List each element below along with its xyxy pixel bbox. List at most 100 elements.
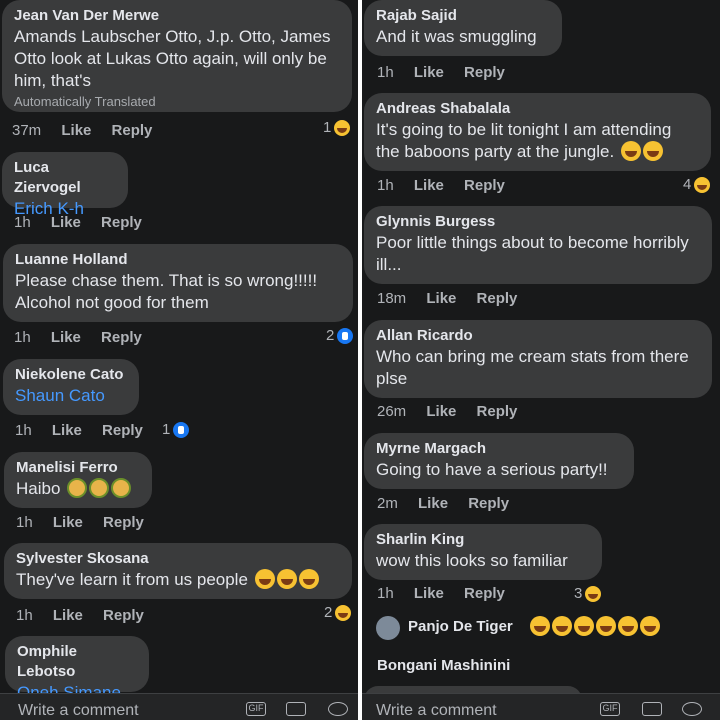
- reply-preview[interactable]: Panjo De Tiger: [376, 615, 716, 641]
- comment-bubble: Myrne Margach Going to have a serious pa…: [364, 433, 634, 489]
- comment-author[interactable]: Andreas Shabalala: [376, 99, 699, 119]
- comment-actions: 18m Like Reply: [377, 289, 533, 309]
- comment-time: 1h: [15, 422, 32, 439]
- comment-text: Who can bring me cream stats from there …: [376, 347, 689, 388]
- comment-author[interactable]: Bongani Mashinini: [377, 656, 510, 676]
- comment-time: 18m: [377, 290, 407, 307]
- comment-bubble: Sylvester Skosana They've learn it from …: [4, 543, 352, 599]
- comment-actions: 1h Like Reply: [377, 63, 521, 83]
- comment-text: Poor little things about to become horri…: [376, 233, 689, 274]
- reply-button[interactable]: Reply: [102, 422, 143, 439]
- like-button[interactable]: Like: [426, 403, 456, 420]
- avatar[interactable]: [376, 616, 400, 640]
- comment-author[interactable]: Sharlin King: [376, 530, 590, 550]
- reply-author[interactable]: Panjo De Tiger: [408, 617, 513, 637]
- person-icon: [89, 478, 110, 498]
- like-button[interactable]: Like: [414, 64, 444, 81]
- reply-button[interactable]: Reply: [101, 214, 142, 231]
- tears-of-joy-icon: [530, 616, 550, 636]
- sticker-icon[interactable]: [642, 702, 662, 716]
- translation-note[interactable]: Automatically Translated: [14, 94, 340, 110]
- laugh-icon: [334, 120, 351, 136]
- comment-bubble: Omphile Lebotso Oneh Simane: [5, 636, 149, 702]
- reply-button[interactable]: Reply: [103, 607, 144, 624]
- comment-author[interactable]: Myrne Margach: [376, 439, 622, 459]
- comment-text-line: Haibo: [16, 478, 140, 500]
- reply-button[interactable]: Reply: [103, 514, 144, 531]
- comment-bubble: Niekolene Cato Shaun Cato: [3, 359, 139, 415]
- comment-actions: 1h Like Reply: [16, 606, 160, 626]
- comment-time: 1h: [14, 329, 31, 346]
- like-icon: [173, 422, 190, 438]
- comment-actions: 1h Like Reply: [377, 584, 521, 604]
- tears-of-joy-icon: [596, 616, 616, 636]
- comment-author[interactable]: Jean Van Der Merwe: [14, 6, 340, 26]
- comment-author[interactable]: Glynnis Burgess: [376, 212, 700, 232]
- reply-button[interactable]: Reply: [464, 64, 505, 81]
- comment-author[interactable]: Luanne Holland: [15, 250, 341, 270]
- comment-time: 1h: [14, 214, 31, 231]
- comment-bubble: Glynnis Burgess Poor little things about…: [364, 206, 712, 284]
- reply-button[interactable]: Reply: [464, 585, 505, 602]
- like-button[interactable]: Like: [53, 607, 83, 624]
- reaction-count[interactable]: 4: [683, 176, 711, 194]
- comment-actions: 1h Like Reply: [16, 513, 160, 533]
- emoji-icon[interactable]: [328, 702, 348, 716]
- gif-icon[interactable]: GIF: [600, 702, 620, 716]
- comment-input[interactable]: Write a comment: [376, 702, 497, 720]
- right-comments-panel: Rajab Sajid And it was smuggling 1h Like…: [362, 0, 720, 720]
- like-button[interactable]: Like: [418, 495, 448, 512]
- like-button[interactable]: Like: [426, 290, 456, 307]
- comment-author[interactable]: Allan Ricardo: [376, 326, 700, 346]
- tears-of-joy-icon: [574, 616, 594, 636]
- reply-button[interactable]: Reply: [477, 403, 518, 420]
- comment-actions: 2m Like Reply: [377, 494, 525, 514]
- comment-actions: 1h Like Reply: [14, 213, 158, 233]
- like-button[interactable]: Like: [61, 122, 91, 139]
- comment-author[interactable]: Omphile Lebotso: [17, 642, 137, 682]
- comment-bubble: Luca Ziervogel Erich K-h: [2, 152, 128, 218]
- like-icon: [337, 328, 354, 344]
- like-button[interactable]: Like: [53, 514, 83, 531]
- reply-button[interactable]: Reply: [101, 329, 142, 346]
- tears-of-joy-icon: [552, 616, 572, 636]
- comment-time: 26m: [377, 403, 407, 420]
- comment-author[interactable]: Rajab Sajid: [376, 6, 550, 26]
- comment-bubble: Luanne Holland Please chase them. That i…: [3, 244, 353, 322]
- comment-author[interactable]: Sylvester Skosana: [16, 549, 340, 569]
- like-button[interactable]: Like: [414, 177, 444, 194]
- emoji-icon[interactable]: [682, 702, 702, 716]
- sticker-icon[interactable]: [286, 702, 306, 716]
- comment-text: wow this looks so familiar: [376, 551, 568, 570]
- comment-time: 1h: [377, 585, 394, 602]
- reaction-count[interactable]: 1: [323, 119, 351, 137]
- comment-time: 1h: [377, 64, 394, 81]
- tears-of-joy-icon: [642, 141, 663, 161]
- comment-text-line: They've learn it from us people: [16, 569, 340, 591]
- reply-button[interactable]: Reply: [468, 495, 509, 512]
- comment-author[interactable]: Manelisi Ferro: [16, 458, 140, 478]
- comment-author[interactable]: Niekolene Cato: [15, 365, 127, 385]
- comment-input[interactable]: Write a comment: [18, 702, 139, 720]
- reaction-count[interactable]: 3: [574, 585, 602, 603]
- laugh-icon: [694, 177, 711, 193]
- comment-actions: 1h Like Reply: [14, 328, 158, 348]
- reaction-count[interactable]: 2: [324, 604, 352, 622]
- like-button[interactable]: Like: [414, 585, 444, 602]
- reply-button[interactable]: Reply: [477, 290, 518, 307]
- left-comments-panel: Jean Van Der Merwe Amands Laubscher Otto…: [0, 0, 358, 720]
- reaction-count[interactable]: 1: [162, 421, 190, 439]
- comment-author[interactable]: Luca Ziervogel: [14, 158, 116, 198]
- comment-bubble: Manelisi Ferro Haibo: [4, 452, 152, 508]
- comment-bubble: Jean Van Der Merwe Amands Laubscher Otto…: [2, 0, 352, 112]
- reaction-count[interactable]: 2: [326, 327, 354, 345]
- like-button[interactable]: Like: [51, 214, 81, 231]
- comment-text: Haibo: [16, 479, 61, 498]
- comment-time: 37m: [12, 122, 42, 139]
- gif-icon[interactable]: GIF: [246, 702, 266, 716]
- mention-link[interactable]: Shaun Cato: [15, 385, 127, 407]
- like-button[interactable]: Like: [52, 422, 82, 439]
- reply-button[interactable]: Reply: [464, 177, 505, 194]
- reply-button[interactable]: Reply: [112, 122, 153, 139]
- like-button[interactable]: Like: [51, 329, 81, 346]
